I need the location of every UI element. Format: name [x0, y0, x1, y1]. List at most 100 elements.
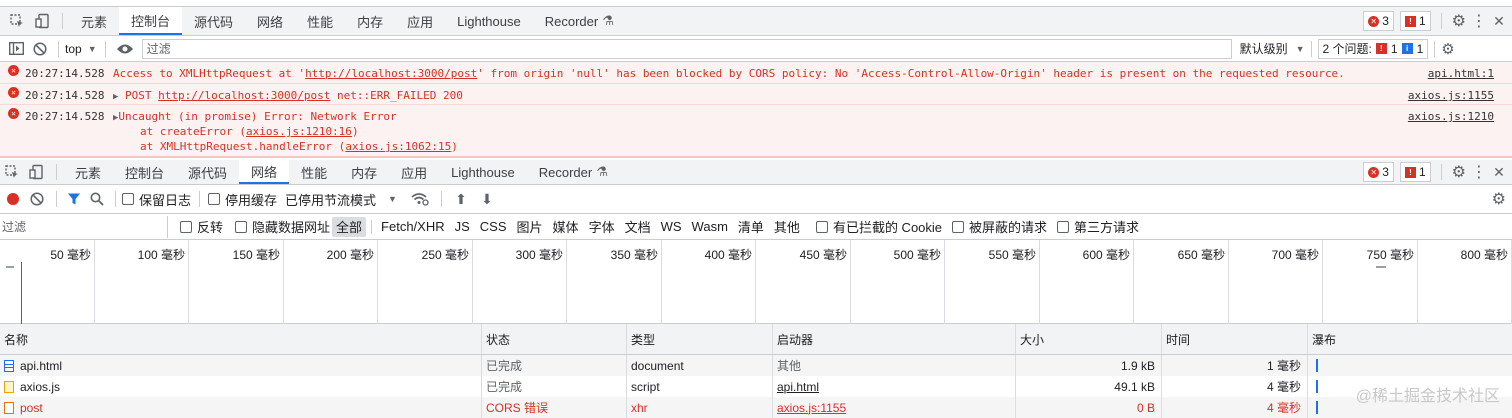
gear-icon[interactable]: ⚙ [1452, 162, 1466, 182]
issue-count-badge[interactable]: ! 1 [1399, 11, 1431, 31]
filter-type-css[interactable]: CSS [476, 217, 511, 237]
blocked-cookies-checkbox[interactable]: 有已拦截的 Cookie [815, 217, 942, 236]
gear-icon[interactable]: ⚙ [1452, 11, 1466, 31]
tab-network[interactable]: 网络 [239, 160, 290, 184]
stack-frame-link[interactable]: axios.js:1210:16 [246, 125, 352, 138]
message-url-link[interactable]: http://localhost:3000/post [305, 67, 477, 80]
tab-sources[interactable]: 源代码 [182, 7, 245, 35]
tab-elements[interactable]: 元素 [63, 160, 113, 184]
eye-icon[interactable] [114, 43, 136, 55]
disable-cache-checkbox[interactable]: 停用缓存 [208, 190, 277, 209]
table-row[interactable]: post CORS 错误 xhr axios.js:1155 0 B 4 毫秒 [0, 397, 1512, 418]
message-text[interactable]: ▶ POST http://localhost:3000/post net::E… [113, 89, 463, 102]
tab-recorder[interactable]: Recorder ⚗ [533, 7, 626, 35]
error-count-badge[interactable]: ✕ 3 [1363, 162, 1394, 182]
tab-lighthouse[interactable]: Lighthouse [445, 7, 533, 35]
device-toolbar-icon[interactable] [24, 160, 50, 184]
filter-type-ws[interactable]: WS [657, 217, 686, 237]
tab-console[interactable]: 控制台 [119, 7, 183, 35]
message-source-link[interactable]: api.html:1 [1428, 67, 1494, 80]
column-header-size[interactable]: 大小 [1016, 324, 1162, 354]
message-source-link[interactable]: axios.js:1210 [1408, 110, 1494, 123]
checkbox[interactable] [180, 220, 192, 233]
record-icon[interactable] [2, 193, 24, 205]
message-text[interactable]: ▶Uncaught (in promise) Error: Network Er… [113, 110, 397, 123]
column-header-status[interactable]: 状态 [482, 324, 627, 354]
checkbox[interactable] [815, 220, 828, 233]
network-conditions-icon[interactable] [405, 192, 435, 206]
device-toolbar-icon[interactable] [30, 7, 56, 35]
tab-application[interactable]: 应用 [395, 7, 445, 35]
checkbox[interactable] [235, 220, 248, 233]
search-icon[interactable] [85, 192, 109, 206]
filter-type-media[interactable]: 媒体 [549, 217, 583, 237]
tab-performance[interactable]: 性能 [289, 160, 339, 184]
column-header-type[interactable]: 类型 [627, 324, 773, 354]
filter-type-img[interactable]: 图片 [513, 217, 547, 237]
column-header-waterfall[interactable]: 瀑布 [1308, 324, 1512, 354]
filter-type-all[interactable]: 全部 [332, 216, 367, 237]
checkbox[interactable] [208, 193, 221, 205]
console-settings-icon[interactable]: ⚙ [1441, 40, 1454, 58]
close-icon[interactable]: ✕ [1492, 164, 1506, 181]
tab-network[interactable]: 网络 [245, 7, 295, 35]
column-header-initiator[interactable]: 启动器 [773, 324, 1016, 354]
checkbox[interactable] [952, 220, 965, 233]
filter-type-manifest[interactable]: 清单 [734, 217, 768, 237]
filter-type-wasm[interactable]: Wasm [688, 217, 732, 237]
error-count-badge[interactable]: ✕ 3 [1363, 11, 1394, 31]
inspect-element-icon[interactable] [0, 160, 24, 184]
invert-checkbox[interactable]: 反转 [180, 217, 223, 236]
more-options-icon[interactable]: ⋮ [1471, 11, 1487, 31]
request-name[interactable]: axios.js [0, 376, 482, 397]
network-filter-input[interactable]: 过滤 [0, 215, 168, 238]
filter-type-font[interactable]: 字体 [585, 217, 619, 237]
tab-memory[interactable]: 内存 [339, 160, 389, 184]
clear-icon[interactable] [24, 192, 50, 206]
tab-recorder[interactable]: Recorder ⚗ [527, 160, 620, 184]
request-name[interactable]: api.html [0, 355, 482, 376]
tab-console[interactable]: 控制台 [113, 160, 176, 184]
preserve-log-checkbox[interactable]: 保留日志 [122, 190, 191, 209]
filter-icon[interactable] [63, 192, 85, 206]
filter-type-other[interactable]: 其他 [770, 217, 804, 237]
request-initiator-link[interactable]: axios.js:1155 [773, 397, 1016, 418]
inspect-element-icon[interactable] [4, 7, 30, 35]
export-har-icon[interactable]: ⬇ [474, 191, 500, 208]
tab-sources[interactable]: 源代码 [176, 160, 239, 184]
checkbox[interactable] [1057, 220, 1070, 233]
throttling-dropdown[interactable]: 已停用节流模式 ▼ [285, 190, 397, 209]
log-levels-dropdown[interactable]: 默认级别 ▼ [1240, 40, 1305, 57]
table-row[interactable]: api.html 已完成 document 其他 1.9 kB 1 毫秒 [0, 355, 1512, 376]
filter-type-fetch-xhr[interactable]: Fetch/XHR [377, 217, 449, 237]
tab-performance[interactable]: 性能 [295, 7, 345, 35]
filter-type-js[interactable]: JS [451, 217, 474, 237]
issues-button[interactable]: 2 个问题: ! 1 i1 [1317, 38, 1429, 59]
message-source-link[interactable]: axios.js:1155 [1408, 89, 1494, 102]
third-party-checkbox[interactable]: 第三方请求 [1057, 217, 1139, 236]
hide-data-urls-checkbox[interactable]: 隐藏数据网址 [235, 217, 330, 236]
more-options-icon[interactable]: ⋮ [1471, 162, 1487, 182]
import-har-icon[interactable]: ⬆ [448, 191, 474, 208]
network-overview-timeline[interactable]: 50 毫秒 100 毫秒 150 毫秒 200 毫秒 250 毫秒 300 毫秒 350 毫… [0, 240, 1512, 324]
sidebar-toggle-icon[interactable] [4, 42, 28, 55]
column-header-name[interactable]: 名称 [0, 324, 482, 354]
filter-type-doc[interactable]: 文档 [621, 217, 655, 237]
message-url-link[interactable]: http://localhost:3000/post [158, 89, 330, 102]
blocked-requests-checkbox[interactable]: 被屏蔽的请求 [952, 217, 1047, 236]
network-settings-icon[interactable]: ⚙ [1492, 189, 1506, 209]
tab-elements[interactable]: 元素 [69, 7, 119, 35]
request-name[interactable]: post [0, 397, 482, 418]
tab-application[interactable]: 应用 [389, 160, 439, 184]
clear-console-icon[interactable] [28, 41, 52, 56]
column-header-time[interactable]: 时间 [1162, 324, 1308, 354]
tab-lighthouse[interactable]: Lighthouse [439, 160, 527, 184]
close-icon[interactable]: ✕ [1492, 13, 1506, 30]
stack-frame-link[interactable]: axios.js:1062:15 [345, 140, 451, 153]
request-initiator-link[interactable]: api.html [773, 376, 1016, 397]
table-row[interactable]: axios.js 已完成 script api.html 49.1 kB 4 毫… [0, 376, 1512, 397]
issue-count-badge[interactable]: ! 1 [1399, 162, 1431, 182]
console-filter-input[interactable]: 过滤 [141, 38, 1232, 59]
checkbox[interactable] [122, 193, 134, 205]
tab-memory[interactable]: 内存 [345, 7, 395, 35]
